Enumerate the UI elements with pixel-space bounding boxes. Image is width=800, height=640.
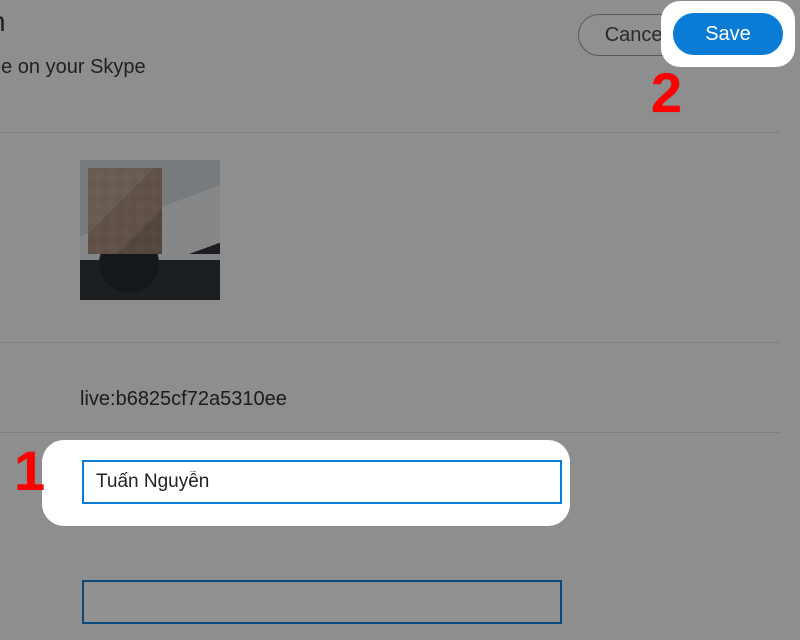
avatar-image bbox=[80, 160, 220, 300]
display-name-row bbox=[68, 460, 568, 504]
secondary-input[interactable] bbox=[82, 580, 562, 624]
divider bbox=[0, 342, 780, 343]
avatar-pixelated-face bbox=[88, 168, 162, 258]
page-subtitle: ee on your Skype bbox=[0, 56, 146, 79]
profile-edit-screen: n ee on your Skype Cancel live:b6825cf72… bbox=[0, 0, 800, 640]
divider bbox=[0, 432, 780, 433]
avatar-clothing bbox=[80, 254, 220, 300]
header: n ee on your Skype Cancel bbox=[0, 0, 780, 110]
avatar[interactable] bbox=[80, 160, 220, 300]
save-button[interactable]: Save bbox=[673, 13, 783, 55]
display-name-input[interactable] bbox=[82, 460, 562, 504]
divider bbox=[0, 132, 780, 133]
page-title: n bbox=[0, 6, 6, 38]
annotation-step-1: 1 bbox=[14, 438, 45, 503]
skype-id-value: live:b6825cf72a5310ee bbox=[80, 388, 287, 411]
